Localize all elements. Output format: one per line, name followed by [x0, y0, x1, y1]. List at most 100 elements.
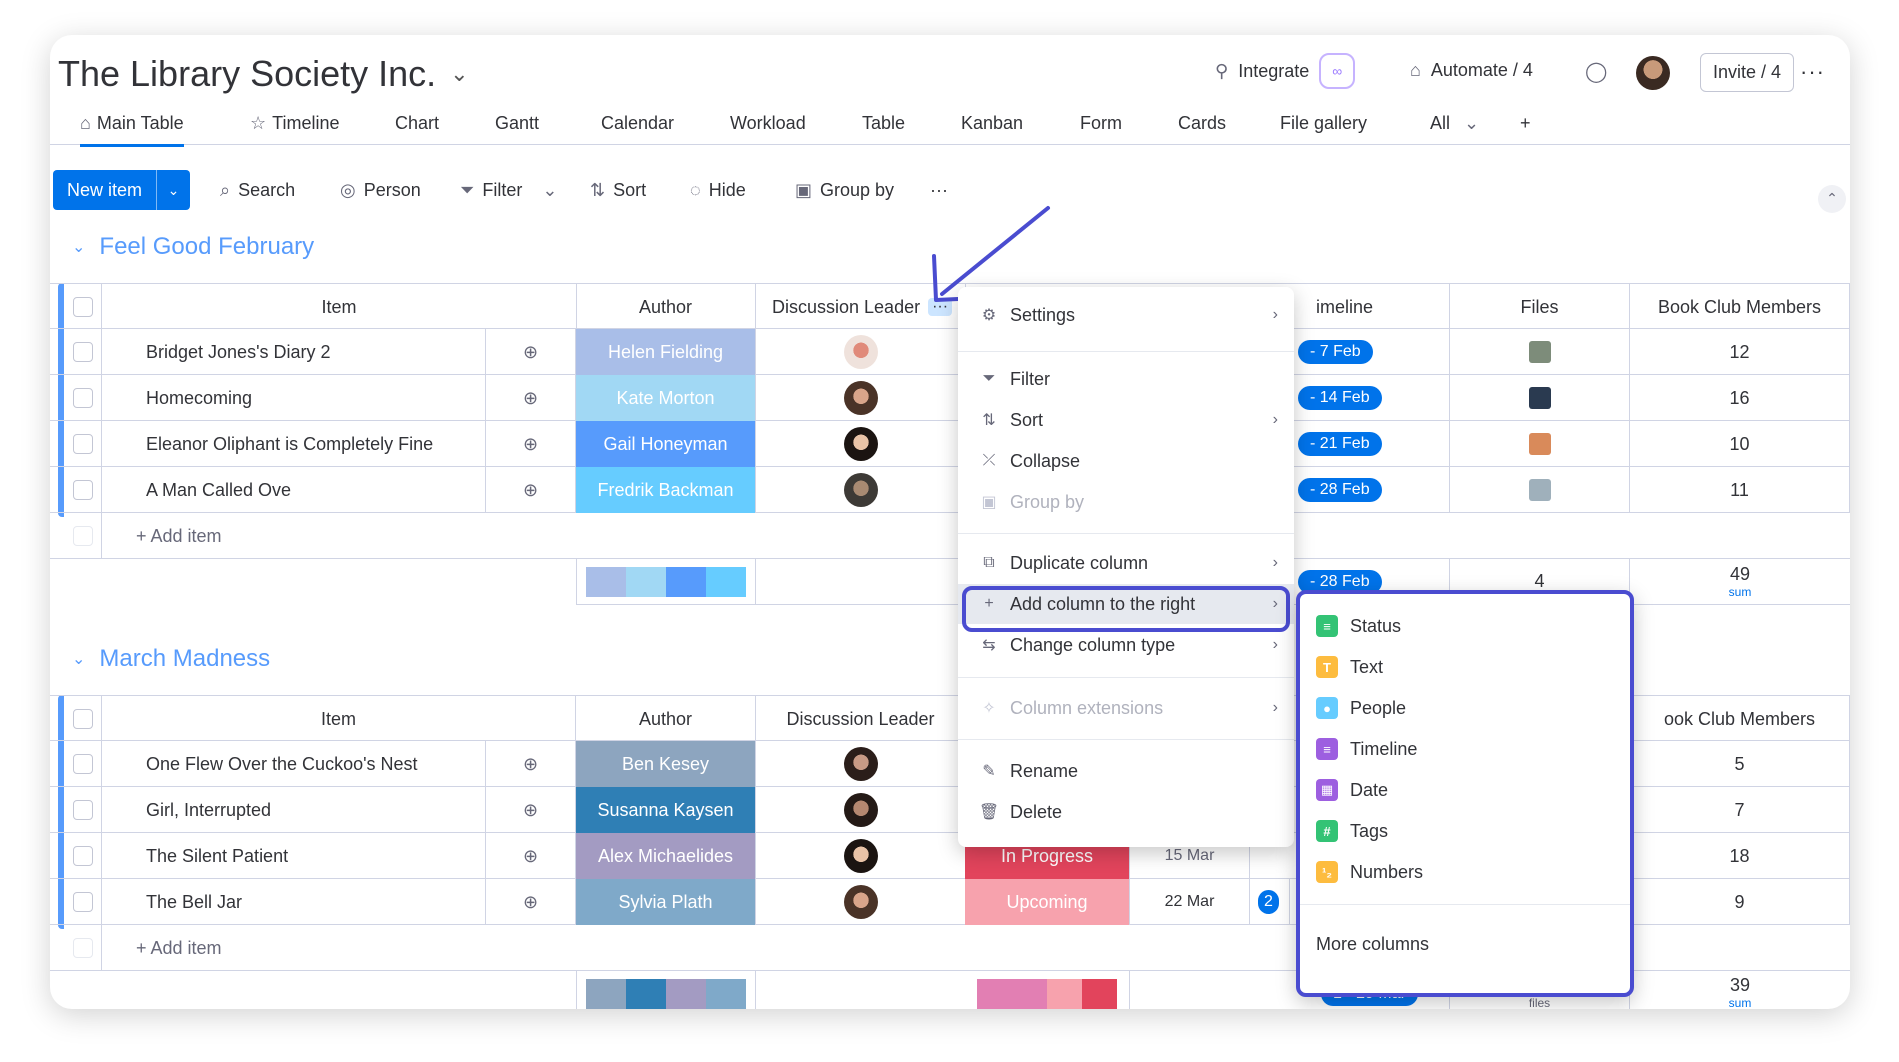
- item-name[interactable]: One Flew Over the Cuckoo's Nest: [102, 741, 486, 787]
- add-update-icon[interactable]: ⊕: [486, 741, 576, 787]
- tab-main-table[interactable]: ⌂ Main Table: [80, 113, 184, 147]
- tab-gantt[interactable]: Gantt: [495, 113, 539, 134]
- add-update-icon[interactable]: ⊕: [486, 375, 576, 421]
- row-checkbox[interactable]: [64, 879, 102, 925]
- search-button[interactable]: ⌕ Search: [220, 180, 295, 201]
- discussion-leader-cell[interactable]: [756, 375, 966, 421]
- group-header-feb[interactable]: ⌄ Feel Good February: [72, 233, 314, 261]
- tab-table[interactable]: Table: [862, 113, 905, 134]
- add-view-button[interactable]: +: [1520, 113, 1531, 134]
- file-cell[interactable]: [1450, 375, 1630, 421]
- menu-item-sort[interactable]: ⇅ Sort ›: [958, 400, 1294, 440]
- row-checkbox[interactable]: [64, 787, 102, 833]
- file-cell[interactable]: [1450, 467, 1630, 513]
- sort-button[interactable]: ⇅ Sort: [590, 180, 646, 201]
- members-cell[interactable]: 18: [1630, 833, 1850, 879]
- author-cell[interactable]: Kate Morton: [576, 375, 756, 421]
- tab-chart[interactable]: Chart: [395, 113, 439, 134]
- submenu-item-tags[interactable]: # Tags: [1300, 811, 1630, 851]
- timeline-cell[interactable]: - 28 Feb: [1290, 467, 1450, 513]
- column-header-item[interactable]: Item: [102, 284, 576, 330]
- members-cell[interactable]: 5: [1630, 741, 1850, 787]
- date-cell[interactable]: 22 Mar: [1130, 879, 1250, 925]
- tab-cards[interactable]: Cards: [1178, 113, 1226, 134]
- file-cell[interactable]: [1450, 421, 1630, 467]
- item-name[interactable]: The Bell Jar: [102, 879, 486, 925]
- author-cell[interactable]: Gail Honeyman: [576, 421, 756, 467]
- file-thumbnail[interactable]: [1528, 479, 1551, 501]
- table-row[interactable]: Bridget Jones's Diary 2 ⊕ Helen Fielding…: [50, 329, 1850, 375]
- group-header-march[interactable]: ⌄ March Madness: [72, 645, 270, 673]
- row-checkbox[interactable]: [64, 329, 102, 375]
- discussion-leader-cell[interactable]: [756, 741, 966, 787]
- row-checkbox[interactable]: [64, 833, 102, 879]
- timeline-cell[interactable]: - 7 Feb: [1290, 329, 1450, 375]
- file-cell[interactable]: [1450, 329, 1630, 375]
- avatar[interactable]: [1636, 56, 1670, 90]
- item-name[interactable]: Homecoming: [102, 375, 486, 421]
- submenu-item-timeline[interactable]: ≡ Timeline: [1300, 729, 1630, 769]
- discussion-leader-cell[interactable]: [756, 879, 966, 925]
- submenu-item-numbers[interactable]: ¹₂ Numbers: [1300, 852, 1630, 892]
- tab-kanban[interactable]: Kanban: [961, 113, 1023, 134]
- table-row[interactable]: A Man Called Ove ⊕ Fredrik Backman - 28 …: [50, 467, 1850, 513]
- tab-workload[interactable]: Workload: [730, 113, 806, 134]
- person-filter-button[interactable]: ◎ Person: [340, 180, 421, 201]
- discussion-leader-cell[interactable]: [756, 421, 966, 467]
- submenu-item-status[interactable]: ≡ Status: [1300, 606, 1630, 646]
- column-header-author[interactable]: Author: [576, 696, 756, 742]
- tab-timeline[interactable]: ☆ Timeline: [250, 113, 340, 134]
- add-update-icon[interactable]: ⊕: [486, 833, 576, 879]
- author-cell[interactable]: Alex Michaelides: [576, 833, 756, 879]
- tab-form[interactable]: Form: [1080, 113, 1122, 134]
- column-header-members[interactable]: Book Club Members: [1630, 284, 1850, 330]
- column-header-timeline[interactable]: imeline: [1290, 284, 1450, 330]
- add-update-icon[interactable]: ⊕: [486, 467, 576, 513]
- item-name[interactable]: Girl, Interrupted: [102, 787, 486, 833]
- author-cell[interactable]: Sylvia Plath: [576, 879, 756, 925]
- group-by-button[interactable]: ▣ Group by: [795, 180, 894, 201]
- author-cell[interactable]: Ben Kesey: [576, 741, 756, 787]
- chevron-down-icon[interactable]: ⌄: [450, 61, 468, 87]
- integrate-button[interactable]: ⚲ Integrate ∞: [1215, 53, 1356, 89]
- add-update-icon[interactable]: ⊕: [486, 421, 576, 467]
- more-toolbar-icon[interactable]: ···: [930, 180, 948, 201]
- add-update-icon[interactable]: ⊕: [486, 329, 576, 375]
- column-header-item[interactable]: Item: [102, 696, 576, 742]
- select-all-checkbox[interactable]: [64, 284, 102, 330]
- item-name[interactable]: Bridget Jones's Diary 2: [102, 329, 486, 375]
- submenu-item-people[interactable]: ● People: [1300, 688, 1630, 728]
- timeline-cell[interactable]: - 14 Feb: [1290, 375, 1450, 421]
- more-options-icon[interactable]: ···: [1800, 59, 1825, 85]
- discussion-leader-cell[interactable]: [756, 833, 966, 879]
- members-cell[interactable]: 7: [1630, 787, 1850, 833]
- column-header-members[interactable]: ook Club Members: [1630, 696, 1850, 742]
- author-cell[interactable]: Helen Fielding: [576, 329, 756, 375]
- tab-calendar[interactable]: Calendar: [601, 113, 674, 134]
- row-checkbox[interactable]: [64, 375, 102, 421]
- members-cell[interactable]: 10: [1630, 421, 1850, 467]
- submenu-item-date[interactable]: ▦ Date: [1300, 770, 1630, 810]
- chat-icon[interactable]: ◯: [1585, 59, 1607, 84]
- table-row[interactable]: Homecoming ⊕ Kate Morton - 14 Feb 16: [50, 375, 1850, 421]
- tab-file-gallery[interactable]: File gallery: [1280, 113, 1367, 134]
- menu-item-collapse[interactable]: ⤫ Collapse: [958, 441, 1294, 481]
- chevron-down-icon[interactable]: ⌄: [72, 649, 85, 669]
- item-name[interactable]: A Man Called Ove: [102, 467, 486, 513]
- timeline-cell[interactable]: - 21 Feb: [1290, 421, 1450, 467]
- collapse-header-icon[interactable]: ⌃: [1818, 185, 1846, 213]
- timeline-cell[interactable]: 2: [1250, 879, 1290, 925]
- add-item-input[interactable]: + Add item: [102, 513, 966, 559]
- column-header-files[interactable]: Files: [1450, 284, 1630, 330]
- chevron-down-icon[interactable]: ⌄: [156, 170, 190, 210]
- chevron-down-icon[interactable]: ⌄: [72, 237, 85, 257]
- automate-button[interactable]: ⌂ Automate / 4: [1410, 60, 1533, 81]
- add-update-icon[interactable]: ⊕: [486, 879, 576, 925]
- item-name[interactable]: Eleanor Oliphant is Completely Fine: [102, 421, 486, 467]
- row-checkbox[interactable]: [64, 467, 102, 513]
- add-item-input[interactable]: + Add item: [102, 925, 966, 971]
- more-columns-link[interactable]: More columns: [1300, 924, 1630, 964]
- table-row[interactable]: Eleanor Oliphant is Completely Fine ⊕ Ga…: [50, 421, 1850, 467]
- menu-item-delete[interactable]: 🗑 Delete: [958, 792, 1294, 832]
- status-cell[interactable]: Upcoming: [965, 879, 1130, 925]
